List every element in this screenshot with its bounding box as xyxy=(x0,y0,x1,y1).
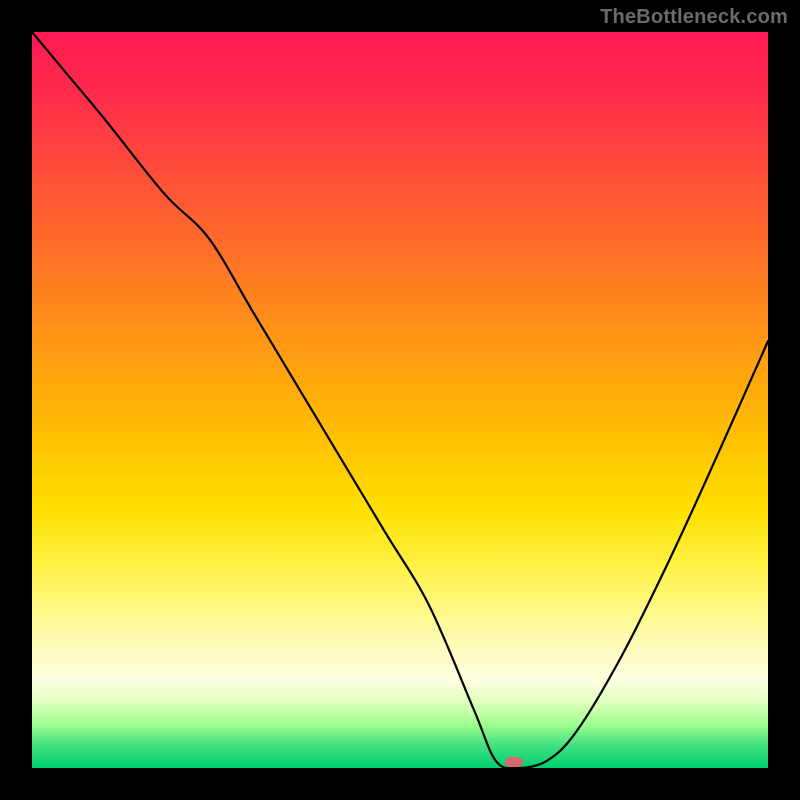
plot-area xyxy=(32,32,768,768)
chart-frame: TheBottleneck.com xyxy=(0,0,800,800)
bottleneck-curve xyxy=(32,32,768,768)
watermark-text: TheBottleneck.com xyxy=(600,6,788,29)
optimal-marker xyxy=(505,757,523,767)
